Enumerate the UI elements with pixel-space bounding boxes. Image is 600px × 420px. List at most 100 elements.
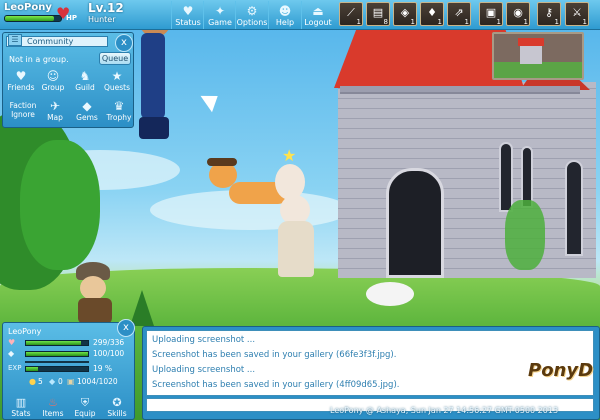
chat-line: Screenshot has been saved in your galler…: [152, 380, 400, 390]
hotbar-slot[interactable]: ⚷ 1: [537, 2, 561, 26]
hotbar-slot[interactable]: ♦ 1: [420, 2, 444, 26]
items-label: Items: [42, 409, 64, 418]
slot-count: 1: [437, 18, 442, 26]
exp-label: EXP: [8, 364, 22, 372]
trophy-icon: ♛: [113, 99, 125, 113]
close-button[interactable]: x: [115, 34, 133, 52]
quests-button[interactable]: ★ Quests: [101, 69, 133, 97]
castle-window: [565, 160, 583, 256]
game-button[interactable]: ✦ Game: [203, 1, 236, 29]
bunny-creature[interactable]: [366, 282, 414, 306]
queue-button[interactable]: Queue: [99, 52, 131, 65]
sword-icon: ⚔: [572, 6, 582, 19]
bag-icon: ◈: [400, 6, 410, 19]
slot-count: 1: [410, 18, 415, 26]
hotbar-slot[interactable]: ▤ 8: [366, 2, 390, 26]
hotbar-slot[interactable]: ◈ 1: [393, 2, 417, 26]
help-button[interactable]: ☻ Help: [268, 1, 301, 29]
chat-log[interactable]: Uploading screenshot ... Screenshot has …: [146, 330, 594, 396]
ivy: [505, 200, 545, 270]
arrows-icon: ⇗: [454, 6, 464, 19]
pouch-icon: ◉: [513, 6, 523, 19]
gear-icon: ⚙: [246, 4, 258, 18]
bow-icon: ⟋: [347, 6, 355, 19]
equip-label: Equip: [74, 409, 96, 418]
npc-pony-robe[interactable]: [276, 195, 316, 277]
hotbar-slot[interactable]: ▣ 1: [479, 2, 503, 26]
items-icon: ♨: [48, 396, 58, 409]
hp-bar: [25, 340, 89, 346]
pony-brand-logo: PonyD: [528, 360, 593, 381]
hp-label: HP: [66, 14, 77, 22]
chat-line: Uploading screenshot ...: [152, 365, 256, 375]
status-label: Status: [175, 18, 201, 27]
options-label: Options: [236, 18, 268, 27]
castle-door[interactable]: [386, 168, 444, 278]
logout-button[interactable]: ⏏ Logout: [301, 1, 334, 29]
friends-button[interactable]: ♥ Friends: [5, 69, 37, 97]
exp-bar: [25, 366, 89, 372]
game-viewport[interactable]: ★ LeoPony ♥ HP Lv.12 Hunter ♥ Status ✦ Gam…: [0, 0, 600, 420]
hp-bar: [4, 15, 62, 22]
mp-bar-fill: [26, 352, 88, 356]
npc-farmer-pony[interactable]: [68, 262, 128, 324]
bars-icon: ▥: [15, 396, 27, 409]
map-button[interactable]: ✈ Map: [39, 99, 71, 127]
slot-count: 1: [496, 18, 501, 26]
hp-bar-fill: [5, 16, 55, 21]
minimap[interactable]: [492, 32, 584, 80]
token-count: 0: [58, 377, 63, 386]
trophy-label: Trophy: [106, 113, 132, 122]
mp-value: 100/100: [93, 349, 125, 358]
group-icon: ☺: [46, 69, 60, 83]
guild-label: Guild: [75, 83, 95, 92]
slot-count: 1: [554, 18, 559, 26]
group-button[interactable]: ☺ Group: [37, 69, 69, 97]
guild-button[interactable]: ♞ Guild: [69, 69, 101, 97]
heart-icon: ♥: [8, 338, 16, 347]
top-bar: LeoPony ♥ HP Lv.12 Hunter ♥ Status ✦ Game …: [0, 0, 600, 30]
skills-button[interactable]: ✪ Skills: [102, 397, 132, 419]
options-button[interactable]: ⚙ Options: [235, 1, 268, 29]
castle-window: [499, 142, 513, 212]
token-icon: ◆: [49, 377, 56, 386]
close-button[interactable]: x: [117, 319, 135, 337]
hp-bar-fill: [26, 341, 82, 345]
hp-value: 299/336: [93, 338, 125, 347]
door-icon: ⏏: [312, 4, 324, 18]
status-button[interactable]: ♥ Status: [171, 1, 204, 29]
hotbar-slot[interactable]: ⟋ 1: [339, 2, 363, 26]
bag-icon: ▣: [67, 377, 75, 386]
hotbar-slot[interactable]: ◉ 1: [506, 2, 530, 26]
scroll-icon: ▤: [372, 6, 384, 19]
shield-icon: ⛨: [80, 396, 90, 409]
items-button[interactable]: ♨ Items: [38, 397, 68, 419]
hotbar-slot[interactable]: ⚔ 1: [565, 2, 589, 26]
person-icon: ☻: [278, 4, 292, 18]
mp-bar: [25, 351, 89, 357]
equip-button[interactable]: ⛨ Equip: [70, 397, 100, 419]
chat-line: Uploading screenshot ...: [152, 335, 256, 345]
friends-label: Friends: [7, 83, 35, 92]
community-icon: ☰: [8, 34, 22, 46]
gold-coin-icon: ●: [29, 377, 36, 386]
slot-count: 1: [523, 18, 528, 26]
stats-label: Stats: [11, 409, 31, 418]
stats-button[interactable]: ▥ Stats: [6, 397, 36, 419]
slot-count: 1: [464, 18, 469, 26]
faction-ignore-button[interactable]: Faction Ignore: [5, 101, 41, 129]
slot-count: 8: [383, 18, 388, 26]
game-label: Game: [208, 18, 232, 27]
group-status: Not in a group.: [9, 55, 69, 64]
map-item-icon: ▣: [485, 6, 497, 19]
gems-button[interactable]: ◆ Gems: [71, 99, 103, 127]
mp-icon: ◆: [8, 349, 15, 358]
skills-icon: ✪: [112, 396, 122, 409]
hotbar-slot[interactable]: ⇗ 1: [447, 2, 471, 26]
friends-icon: ♥: [15, 69, 27, 83]
trophy-button[interactable]: ♛ Trophy: [103, 99, 135, 127]
castle-ledge: [340, 86, 580, 94]
skills-label: Skills: [107, 409, 127, 418]
player-name: LeoPony: [4, 2, 52, 13]
exp-bar-fill: [26, 367, 38, 371]
